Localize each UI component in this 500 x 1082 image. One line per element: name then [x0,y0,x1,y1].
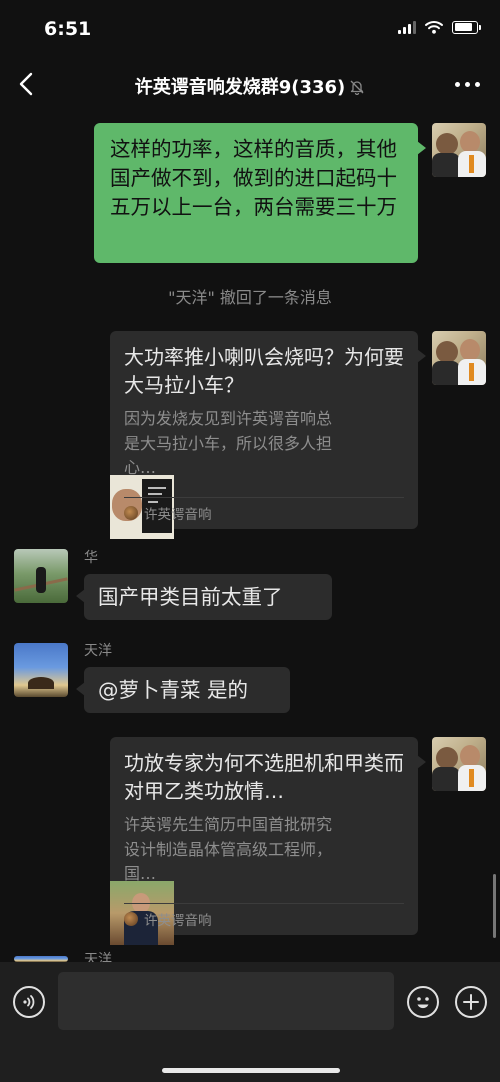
card-source: 许英谔音响 [124,503,212,523]
card-title: 大功率推小喇叭会烧吗？为何要大马拉小车？ [124,345,404,397]
avatar-self[interactable] [432,737,486,791]
card-source: 许英谔音响 [124,909,212,929]
battery-icon [452,20,481,34]
group-name: 许英谔音响发烧群 [134,77,279,98]
status-bar: 6:51 [0,0,500,58]
card-source-label: 许英谔音响 [144,913,212,929]
recall-name: "天洋" [168,288,215,307]
input-bar [0,962,500,1082]
message-bubble-other[interactable]: 国产甲类目前太重了 [76,574,332,620]
wifi-icon [425,21,443,34]
link-card[interactable]: 大功率推小喇叭会烧吗？为何要大马拉小车？ 因为发烧友见到许英谔音响总是大马拉小车… [110,331,426,539]
avatar-self[interactable] [432,123,486,177]
status-time: 6:51 [44,18,92,40]
member-count: 9(336) [278,77,346,98]
card-title: 功放专家为何不选胆机和甲类而对甲乙类功放情… [124,751,404,803]
message-input[interactable] [58,972,394,1030]
chat-header: 许英谔音响发烧群9(336) [0,58,500,112]
sender-name: 天洋 [84,952,112,962]
sender-name: 华 [84,550,98,566]
scrollbar[interactable] [493,874,496,938]
card-divider [124,497,404,498]
link-card[interactable]: 功放专家为何不选胆机和甲类而对甲乙类功放情… 许英谔先生简历中国首批研究设计制造… [110,737,426,945]
card-divider [124,903,404,904]
recall-text: 撤回了一条消息 [214,288,332,307]
card-source-label: 许英谔音响 [144,507,212,523]
home-indicator[interactable] [162,1068,340,1073]
message-bubble-self[interactable]: 这样的功率，这样的音质，其他国产做不到，做到的进口起码十五万以上一台，两台需要三… [94,123,426,263]
avatar-self[interactable] [432,331,486,385]
source-account-icon [124,506,138,520]
sender-name: 天洋 [84,643,112,659]
plus-icon[interactable] [455,986,487,1018]
card-description: 许英谔先生简历中国首批研究设计制造晶体管高级工程师，国… [124,815,332,883]
voice-icon[interactable] [13,986,45,1018]
status-icons [398,20,481,34]
emoji-icon[interactable] [407,986,439,1018]
avatar-tianyang[interactable] [14,643,68,697]
avatar-hua[interactable] [14,549,68,603]
cellular-signal-icon [398,20,416,34]
bell-slash-icon [350,80,364,95]
chat-title: 许英谔音响发烧群9(336) [0,73,500,99]
message-bubble-other[interactable]: @萝卜青菜 是的 [76,667,290,713]
card-description: 因为发烧友见到许英谔音响总是大马拉小车，所以很多人担心… [124,409,332,477]
more-options-icon[interactable] [455,82,480,87]
source-account-icon [124,912,138,926]
recall-notice: "天洋" 撤回了一条消息 [0,284,500,308]
